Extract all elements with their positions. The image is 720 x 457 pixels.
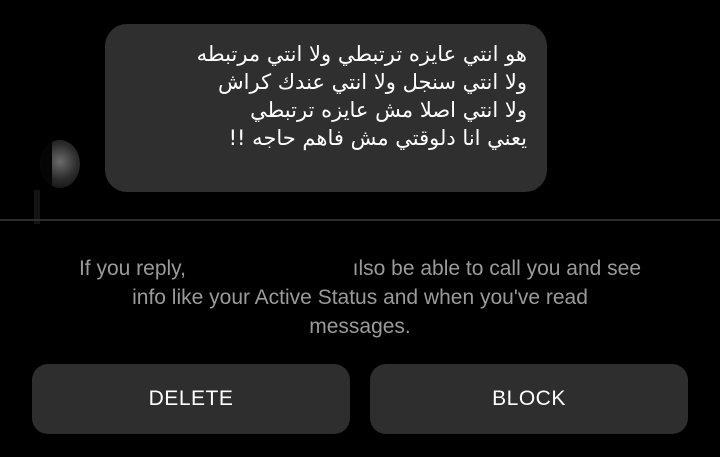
message-line: ولا انتي سنجل ولا انتي عندك كراش bbox=[218, 70, 527, 94]
delete-button[interactable]: DELETE bbox=[32, 364, 350, 434]
notice-line-1: If you reply, ılso be able to call you a… bbox=[30, 254, 690, 283]
message-request-notice: If you reply, ılso be able to call you a… bbox=[30, 254, 690, 341]
divider bbox=[0, 219, 720, 221]
delete-button-label: DELETE bbox=[148, 387, 234, 410]
message-bubble[interactable]: هو انتي عايزه ترتبطي ولا انتي مرتبطه ولا… bbox=[105, 24, 547, 192]
redacted-name bbox=[192, 257, 347, 277]
message-line: يعني انا دلوقتي مش فاهم حاجه !! bbox=[228, 126, 527, 150]
notice-line-2: info like your Active Status and when yo… bbox=[132, 286, 588, 309]
sender-avatar[interactable] bbox=[40, 140, 80, 188]
notice-line-3: messages. bbox=[309, 315, 411, 338]
block-button[interactable]: BLOCK bbox=[370, 364, 688, 434]
block-button-label: BLOCK bbox=[492, 387, 566, 410]
message-line: هو انتي عايزه ترتبطي ولا انتي مرتبطه bbox=[196, 42, 527, 66]
notice-suffix: ılso be able to call you and see bbox=[352, 257, 642, 280]
message-line: ولا انتي اصلا مش عايزه ترتبطي bbox=[250, 98, 527, 122]
notice-prefix: If you reply, bbox=[78, 257, 186, 280]
avatar-shadow bbox=[40, 140, 52, 188]
